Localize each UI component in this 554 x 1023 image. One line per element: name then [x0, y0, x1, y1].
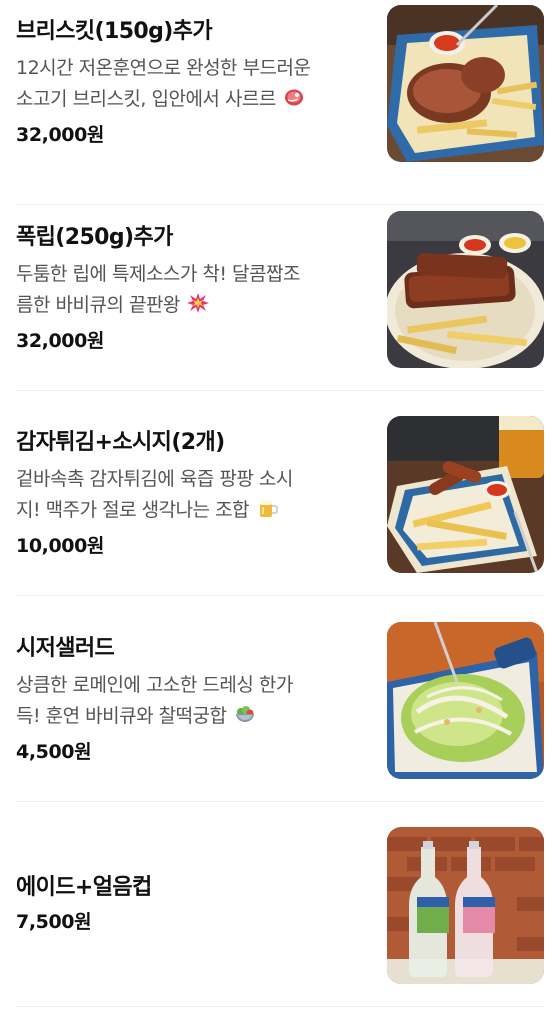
price-value: 7,500: [16, 911, 75, 933]
explosion-icon: [187, 292, 210, 324]
menu-item-description: 겉바속촉 감자튀김에 육즙 팡팡 소시 지! 맥주가 절로 생각나는 조합: [16, 464, 372, 529]
menu-item-photo[interactable]: [387, 416, 544, 573]
price-value: 32,000: [16, 124, 87, 146]
menu-item-brisket[interactable]: 브리스킷(150g)추가 12시간 저온훈연으로 완성한 부드러운 소고기 브리…: [0, 0, 554, 205]
menu-item-photo[interactable]: [387, 5, 544, 162]
menu-item-name: 브리스킷(150g)추가: [16, 19, 213, 44]
menu-item-pork-ribs[interactable]: 폭립(250g)추가 두툼한 립에 특제소스가 착! 달콤짭조 름한 바비큐의 …: [0, 186, 554, 391]
meat-icon: [283, 86, 305, 118]
menu-item-description-line: 상큼한 로메인에 고소한 드레싱 한가: [16, 674, 293, 696]
salad-bowl-icon: [234, 703, 256, 735]
menu-item-description: 12시간 저온훈연으로 완성한 부드러운 소고기 브리스킷, 입안에서 사르르: [16, 53, 372, 118]
menu-item-name: 시저샐러드: [16, 636, 115, 661]
menu-item-description-line: 름한 바비큐의 끝판왕: [16, 294, 180, 316]
menu-item-description-line: 겉바속촉 감자튀김에 육즙 팡팡 소시: [16, 468, 293, 490]
menu-item-description: 상큼한 로메인에 고소한 드레싱 한가 득! 훈연 바비큐와 찰떡궁합: [16, 670, 372, 735]
menu-item-description-line: 두툼한 립에 특제소스가 착! 달콤짭조: [16, 263, 300, 285]
menu-item-photo[interactable]: [387, 827, 544, 984]
menu-item-description-line: 소고기 브리스킷, 입안에서 사르르: [16, 88, 276, 110]
price-currency: 원: [86, 535, 105, 557]
menu-item-price: 10,000원: [16, 533, 372, 559]
price-value: 10,000: [16, 535, 87, 557]
menu-item-price: 32,000원: [16, 328, 372, 354]
menu-item-description: 두툼한 립에 특제소스가 착! 달콤짭조 름한 바비큐의 끝판왕: [16, 259, 372, 324]
menu-item-text: 감자튀김+소시지(2개) 겉바속촉 감자튀김에 육즙 팡팡 소시 지! 맥주가 …: [16, 428, 372, 559]
menu-item-name: 감자튀김+소시지(2개): [16, 430, 225, 455]
menu-item-text: 시저샐러드 상큼한 로메인에 고소한 드레싱 한가 득! 훈연 바비큐와 찰떡궁…: [16, 634, 372, 765]
beer-mug-icon: [257, 497, 279, 529]
menu-item-price: 4,500원: [16, 739, 372, 765]
menu-item-description-line: 득! 훈연 바비큐와 찰떡궁합: [16, 705, 227, 727]
price-currency: 원: [86, 330, 105, 352]
menu-item-description-line: 지! 맥주가 절로 생각나는 조합: [16, 499, 250, 521]
menu-item-photo[interactable]: [387, 211, 544, 368]
menu-item-photo[interactable]: [387, 622, 544, 779]
divider: [16, 1006, 544, 1007]
price-value: 4,500: [16, 741, 75, 763]
menu-item-price: 7,500원: [16, 909, 372, 935]
price-currency: 원: [86, 124, 105, 146]
divider: [16, 595, 544, 596]
price-currency: 원: [74, 741, 92, 763]
menu-item-text: 브리스킷(150g)추가 12시간 저온훈연으로 완성한 부드러운 소고기 브리…: [16, 17, 372, 148]
price-value: 32,000: [16, 330, 87, 352]
menu-item-price: 32,000원: [16, 122, 372, 148]
menu-item-text: 폭립(250g)추가 두툼한 립에 특제소스가 착! 달콤짭조 름한 바비큐의 …: [16, 223, 372, 354]
price-currency: 원: [74, 911, 92, 933]
menu-item-text: 에이드+얼음컵 7,500원: [16, 873, 372, 935]
menu-item-name: 에이드+얼음컵: [16, 875, 152, 900]
menu-item-caesar-salad[interactable]: 시저샐러드 상큼한 로메인에 고소한 드레싱 한가 득! 훈연 바비큐와 찰떡궁…: [0, 597, 554, 802]
menu-item-ade-ice-cup[interactable]: 에이드+얼음컵 7,500원: [0, 802, 554, 1007]
menu-item-fries-sausage[interactable]: 감자튀김+소시지(2개) 겉바속촉 감자튀김에 육즙 팡팡 소시 지! 맥주가 …: [0, 391, 554, 596]
menu-item-description-line: 12시간 저온훈연으로 완성한 부드러운: [16, 57, 311, 79]
menu-list: 브리스킷(150g)추가 12시간 저온훈연으로 완성한 부드러운 소고기 브리…: [0, 0, 554, 1023]
menu-item-name: 폭립(250g)추가: [16, 225, 173, 250]
